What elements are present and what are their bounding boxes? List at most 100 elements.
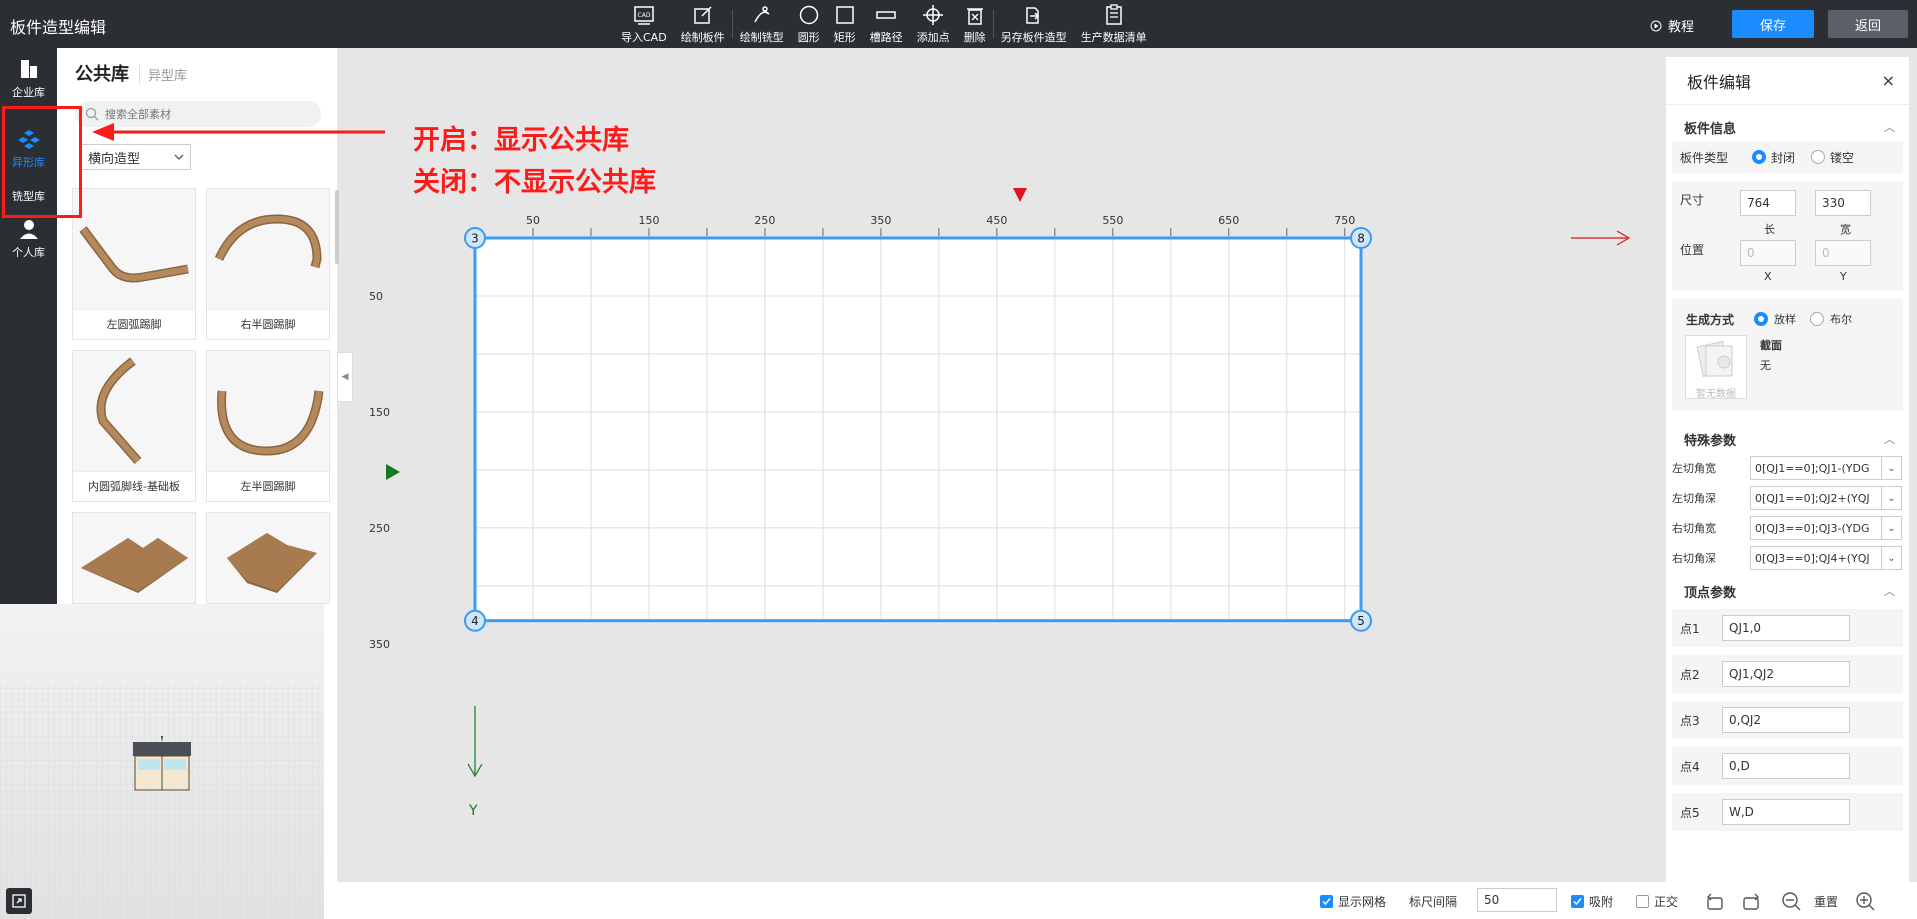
- vertex-param-key: 点4: [1680, 759, 1700, 774]
- circle-button[interactable]: 圆形: [791, 0, 827, 48]
- ortho-toggle[interactable]: 正交: [1636, 893, 1678, 910]
- material-card[interactable]: [72, 512, 196, 604]
- special-param-value[interactable]: 0[QJ3==0];QJ4+(YQJ: [1750, 546, 1882, 570]
- redo-button[interactable]: [1740, 890, 1762, 912]
- vertex-params-heading: 顶点参数: [1684, 585, 1737, 601]
- nav-item-enterprise[interactable]: 企业库: [0, 58, 57, 100]
- save-button[interactable]: 保存: [1732, 10, 1814, 38]
- tutorial-link[interactable]: 教程: [1650, 16, 1694, 35]
- vertex-label: 4: [471, 614, 479, 628]
- material-card-label: 左圆弧踢脚: [73, 309, 195, 339]
- show-grid-checkbox[interactable]: [1320, 895, 1333, 908]
- special-param-key: 右切角深: [1672, 552, 1716, 565]
- vertex-param-value[interactable]: QJ1,QJ2: [1722, 661, 1850, 687]
- vertex-param-value[interactable]: QJ1,0: [1722, 615, 1850, 641]
- save-as-shape-button[interactable]: 另存板件造型: [994, 0, 1074, 48]
- vertex-params-header[interactable]: 顶点参数 ︿: [1666, 577, 1909, 605]
- drawing-canvas[interactable]: 50 150 250 350 450 550 650 750 50 150 250 350 Y 3 8…: [337, 48, 1665, 882]
- board-type-hollow-radio[interactable]: [1811, 150, 1826, 164]
- special-param-value[interactable]: 0[QJ3==0];QJ3-(YDG: [1750, 516, 1882, 540]
- section-label: 截面: [1760, 339, 1782, 352]
- material-card[interactable]: 右半圆踢脚: [206, 188, 330, 340]
- top-bar: 板件造型编辑 CAD 导入CAD 绘制板件 绘制铣型 圆形 矩形 槽路径 添加点…: [0, 0, 1917, 48]
- board-info-header[interactable]: 板件信息 ︿: [1666, 113, 1909, 141]
- ortho-checkbox[interactable]: [1636, 895, 1649, 908]
- special-params-list: 左切角宽 0[QJ1==0];QJ1-(YDG ⌄ 左切角深 0[QJ1==0];QJ2…: [1666, 453, 1909, 573]
- shape-filter-value: 横向造型: [88, 151, 141, 167]
- l-shape-board-thumbnail: [81, 538, 188, 593]
- save-as-label: 另存板件造型: [1000, 30, 1067, 44]
- snap-checkbox[interactable]: [1571, 895, 1584, 908]
- material-card[interactable]: 左圆弧踢脚: [72, 188, 196, 340]
- vertex-param-row: 点5 W,D: [1672, 793, 1903, 831]
- zoom-in-button[interactable]: [1854, 890, 1876, 912]
- chevron-down-icon[interactable]: ⌄: [1882, 456, 1902, 480]
- chevron-down-icon[interactable]: ⌄: [1882, 546, 1902, 570]
- length-field[interactable]: 764: [1740, 190, 1796, 216]
- undo-button[interactable]: [1704, 890, 1726, 912]
- canvas-svg[interactable]: 50 150 250 350 450 550 650 750 50 150 250 350 Y 3 8…: [337, 48, 1665, 882]
- zoom-out-button[interactable]: [1780, 890, 1802, 912]
- grid: [475, 238, 1362, 621]
- section-thumbnail[interactable]: 暂无数据: [1685, 335, 1747, 400]
- close-icon[interactable]: ×: [1882, 71, 1895, 90]
- chevron-down-icon[interactable]: ⌄: [1882, 516, 1902, 540]
- undo-icon: [1707, 893, 1723, 910]
- add-point-button[interactable]: 添加点: [910, 0, 957, 48]
- size-label: 尺寸: [1680, 193, 1705, 207]
- rectangle-label: 矩形: [833, 30, 856, 44]
- material-card[interactable]: 左半圆踢脚: [206, 350, 330, 502]
- delete-button[interactable]: 删除: [957, 0, 993, 48]
- y-axis-label: Y: [468, 803, 478, 819]
- snap-toggle[interactable]: 吸附: [1571, 893, 1613, 910]
- gen-loft-radio[interactable]: [1754, 312, 1768, 326]
- zoom-in-icon: [1856, 892, 1875, 911]
- vertex-param-key: 点3: [1680, 713, 1700, 728]
- gen-bool-radio[interactable]: [1810, 312, 1824, 326]
- 3d-preview[interactable]: [0, 604, 337, 919]
- tab-special-library[interactable]: 异型库: [139, 65, 187, 84]
- snap-label: 吸附: [1589, 895, 1614, 909]
- tab-public-library[interactable]: 公共库: [75, 60, 129, 86]
- vertex-param-value[interactable]: 0,QJ2: [1722, 707, 1850, 733]
- vertex-param-value[interactable]: W,D: [1722, 799, 1850, 825]
- reset-zoom-button[interactable]: 重置: [1814, 893, 1838, 910]
- x-origin-marker[interactable]: [1013, 188, 1027, 202]
- search-input[interactable]: [105, 107, 305, 121]
- preview-scene: [0, 604, 337, 919]
- ruler-interval-input[interactable]: 50: [1477, 888, 1557, 912]
- groove-path-button[interactable]: 槽路径: [863, 0, 910, 48]
- import-cad-label: 导入CAD: [621, 30, 667, 44]
- material-card[interactable]: [206, 512, 330, 604]
- board-type-closed-radio[interactable]: [1752, 150, 1766, 164]
- back-button[interactable]: 返回: [1828, 10, 1908, 38]
- shape-filter-select[interactable]: 横向造型: [81, 144, 191, 170]
- panel-header: 板件编辑 ×: [1666, 57, 1909, 105]
- nav-item-personal[interactable]: 个人库: [0, 218, 57, 260]
- vertex-param-row: 点4 0,D: [1672, 747, 1903, 785]
- special-params-header[interactable]: 特殊参数 ︿: [1666, 425, 1909, 453]
- preview-expand-button[interactable]: [6, 888, 32, 914]
- add-point-icon: [923, 4, 944, 25]
- special-param-value[interactable]: 0[QJ1==0];QJ2+(YQJ: [1750, 486, 1882, 510]
- vertex-label: 5: [1357, 614, 1365, 628]
- import-cad-button[interactable]: CAD 导入CAD: [614, 0, 674, 48]
- material-card-label: 右半圆踢脚: [207, 309, 329, 339]
- width-field[interactable]: 330: [1815, 190, 1871, 216]
- length-caption: 长: [1764, 223, 1775, 236]
- y-origin-marker[interactable]: [386, 464, 400, 480]
- rectangle-icon: [835, 5, 854, 24]
- material-card[interactable]: 内圆弧脚线-基础板: [72, 350, 196, 502]
- draw-milling-button[interactable]: 绘制铣型: [733, 0, 791, 48]
- production-list-button[interactable]: 生产数据清单: [1074, 0, 1154, 48]
- special-param-value[interactable]: 0[QJ1==0];QJ1-(YDG: [1750, 456, 1882, 480]
- rectangle-button[interactable]: 矩形: [827, 0, 863, 48]
- vertex-param-row: 点1 QJ1,0: [1672, 609, 1903, 647]
- gen-loft-label: 放样: [1774, 313, 1796, 326]
- draw-board-button[interactable]: 绘制板件: [674, 0, 732, 48]
- toolbar: CAD 导入CAD 绘制板件 绘制铣型 圆形 矩形 槽路径 添加点 删除 另存板…: [614, 0, 1154, 48]
- vertex-param-value[interactable]: 0,D: [1722, 753, 1850, 779]
- show-grid-toggle[interactable]: 显示网格: [1320, 893, 1386, 910]
- chevron-down-icon[interactable]: ⌄: [1882, 486, 1902, 510]
- delete-icon: [966, 7, 983, 25]
